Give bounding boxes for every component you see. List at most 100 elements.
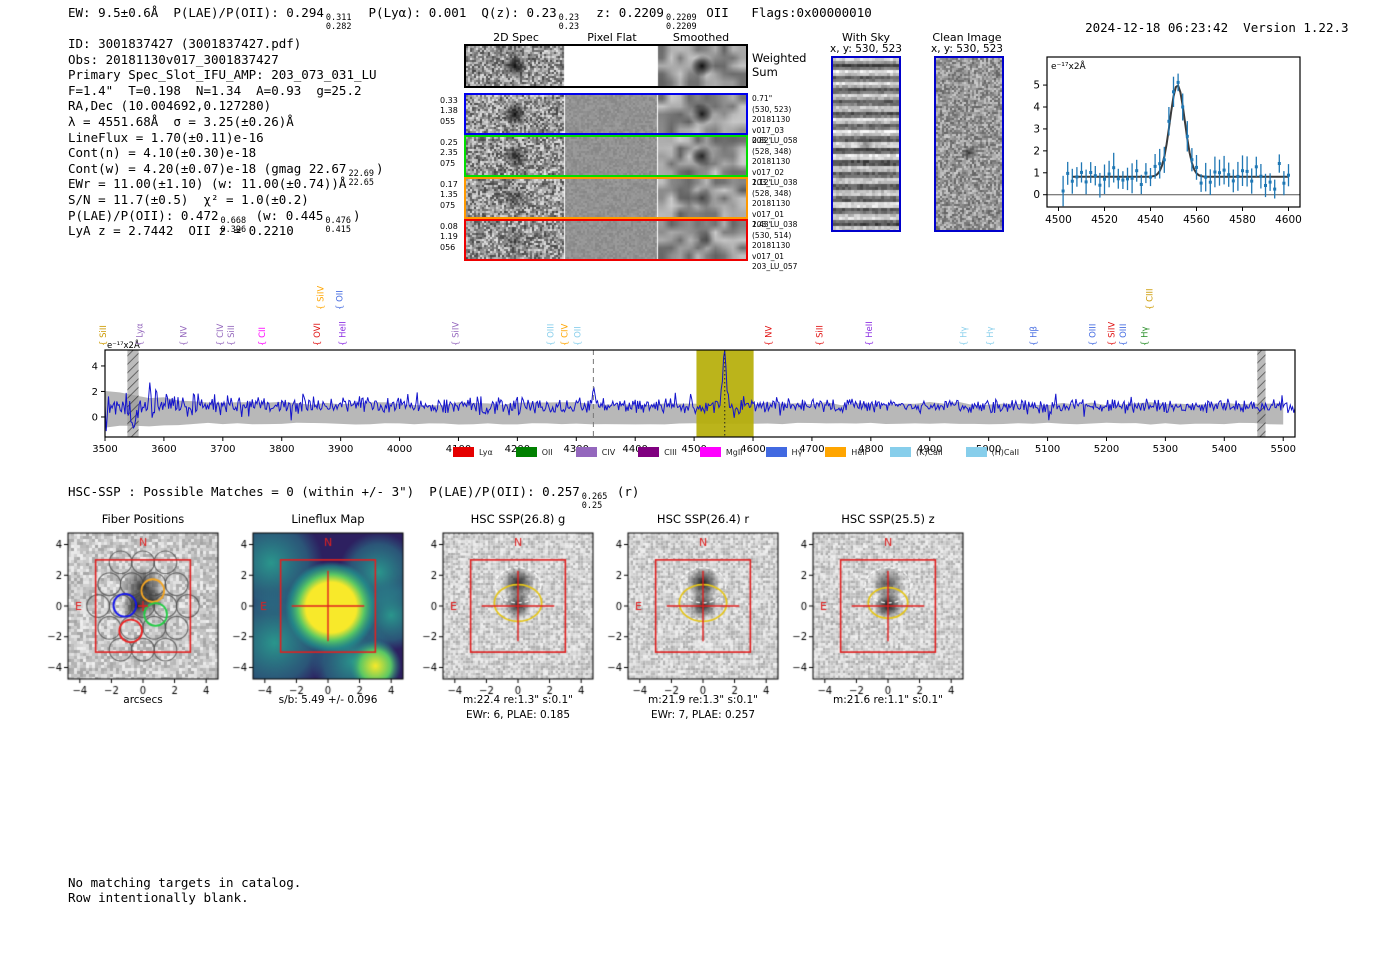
clean-image-canvas [936,58,1002,230]
legend-swatch [515,447,537,457]
svg-text:3900: 3900 [328,444,353,455]
full-spectrum-plot: 3500360037003800390040004100420043004400… [60,270,1350,470]
spec2d-row-canvas [466,95,746,133]
emission-line-label: { OIII [546,324,556,346]
hsc-ssp-match-line: HSC-SSP : Possible Matches = 0 (within +… [68,484,640,512]
emission-line-legend: Lyα OII CIV CIII MgII Hγ HeII (K)CaII (H)CaII [453,447,1042,457]
elixer-report-page: EW: 9.5±0.6Å P(LAE)/P(OII): 0.294 0.311 0.… [0,0,1400,953]
cutout-title-fiber: Fiber Positions [101,512,185,526]
legend-swatch [825,447,847,457]
svg-text:4540: 4540 [1137,214,1164,226]
legend-label: Lyα [479,447,493,457]
emission-line-label: { CIV [216,323,226,346]
emission-line-label: { NV [179,326,189,346]
info-line: Obs: 20181130v017_3001837427 [68,51,279,67]
emission-line-label: { SiIV [1108,322,1118,346]
spec2d-row-canvas [466,221,746,259]
emission-line-label: { HeII [865,321,875,346]
header-datetime-version: 2024-12-18 06:23:42 Version 1.22.3 [1055,5,1349,50]
legend-item: (H)CaII [965,447,1019,457]
cutout-title-hsc-z: HSC SSP(25.5) z [841,512,935,526]
detection-info-block: ID: 3001837427 (3001837427.pdf) Obs: 2018… [68,36,384,239]
spec2d-row-left-labels: 0.08 1.19 056 [440,222,458,252]
emission-line-label: { Hγ [959,326,969,346]
spec2d-row-canvas [466,137,746,175]
legend-label: CIV [601,447,616,457]
info-line: Cont(w) = 4.20(±0.07)e-18 (gmag 22.67 22.… [68,160,384,188]
svg-text:4000: 4000 [387,444,412,455]
clean-image-coords: x, y: 530, 523 [931,43,1003,55]
spec2d-row-left-labels: 0.25 2.35 075 [440,138,458,168]
spec2d-row-right-labels: 1.43" (530, 514) 20181130 v017_01 203_LU_057 [752,220,798,271]
emission-line-label: { OIII [1119,324,1129,346]
hsc-g-caption2: EWr: 6, PLAE: 0.185 [465,709,571,721]
spec2d-row-left-labels: 0.33 1.38 055 [440,96,458,126]
legend-label: HeII [851,447,867,457]
svg-text:4500: 4500 [1045,214,1072,226]
svg-text:3600: 3600 [151,444,176,455]
svg-text:e⁻¹⁷x2Å: e⁻¹⁷x2Å [1051,60,1087,72]
emission-line-label: { SiII [99,325,109,346]
emission-line-label: { OII [335,290,345,310]
svg-text:2: 2 [1033,145,1040,157]
info-line: EWr = 11.00(±1.10) (w: 11.00(±0.74))Å [68,176,347,192]
svg-text:5: 5 [1033,80,1040,92]
weighted-sum-label: Weighted Sum [752,51,807,79]
emission-line-label: { Hγ [1141,326,1151,346]
info-line: λ = 4551.68Å σ = 3.25(±0.26)Å [68,113,294,129]
emission-line-label: { SiIV [317,286,327,310]
legend-swatch [889,447,911,457]
zoomed-line-fit-plot: 4500 4520 4540 4560 4580 4600 0 1 2 3 4 5 e⁻¹⁷x2Å [1030,50,1340,235]
lineflux-map-canvas [221,527,431,697]
emission-line-label: { Hγ [986,326,996,346]
svg-text:0: 0 [1033,189,1040,201]
emission-line-label: { NV [764,326,774,346]
legend-swatch [965,447,987,457]
spec2d-row-left-labels: 0.17 1.35 075 [440,180,458,210]
legend-swatch [575,447,597,457]
cutout-title-hsc-g: HSC SSP(26.8) g [470,512,566,526]
legend-swatch [765,447,787,457]
col-header-2dspec: 2D Spec [493,31,539,44]
legend-item: Lyα [453,447,493,457]
report-version: Version 1.22.3 [1243,20,1349,35]
legend-swatch [453,447,474,457]
svg-text:4: 4 [1033,102,1040,114]
info-line: LineFlux = 1.70(±0.11)e-16 [68,129,264,145]
legend-swatch [638,447,660,457]
footer-line-2: Row intentionally blank. [68,890,249,905]
header-summary-line: EW: 9.5±0.6Å P(LAE)/P(OII): 0.294 0.311 0.… [68,5,872,33]
legend-item: CIV [575,447,616,457]
hsc-g-canvas [411,527,621,697]
emission-line-label: { OIII [1088,324,1098,346]
svg-text:4580: 4580 [1229,214,1256,226]
emission-line-label: { HeII [338,321,348,346]
hsc-r-caption: m:21.9 re:1.3" s:0.1" [648,694,758,706]
svg-text:5200: 5200 [1094,444,1119,455]
emission-line-label: { SiII [227,325,237,346]
info-line: Cont(n) = 4.10(±0.30)e-18 [68,145,257,161]
spec2d-row [464,219,748,261]
with-sky-canvas [833,58,899,230]
spec2d-row [464,135,748,177]
svg-text:1: 1 [1033,167,1040,179]
legend-item: (K)CaII [889,447,943,457]
legend-label: (K)CaII [915,447,943,457]
legend-label: MgII [725,447,743,457]
legend-label: CIII [664,447,677,457]
info-line: ID: 3001837427 (3001837427.pdf) [68,36,302,51]
legend-item: Hγ [765,447,802,457]
fiber-xlabel: arcsecs [123,694,163,706]
fiber-positions-canvas [36,527,246,697]
info-line: F=1.4" T=0.198 N=1.34 A=0.93 g=25.2 [68,82,362,98]
report-datetime: 2024-12-18 06:23:42 [1085,20,1229,35]
legend-label: OII [541,447,553,457]
emission-line-label: { Hβ [1029,326,1039,346]
with-sky-image [831,56,901,232]
legend-swatch [699,447,721,457]
cutout-title-lineflux: Lineflux Map [291,512,365,526]
emission-line-label: { CIII [1145,288,1155,310]
legend-item: HeII [825,447,867,457]
spec2d-row [464,177,748,219]
svg-text:3: 3 [1033,123,1040,135]
